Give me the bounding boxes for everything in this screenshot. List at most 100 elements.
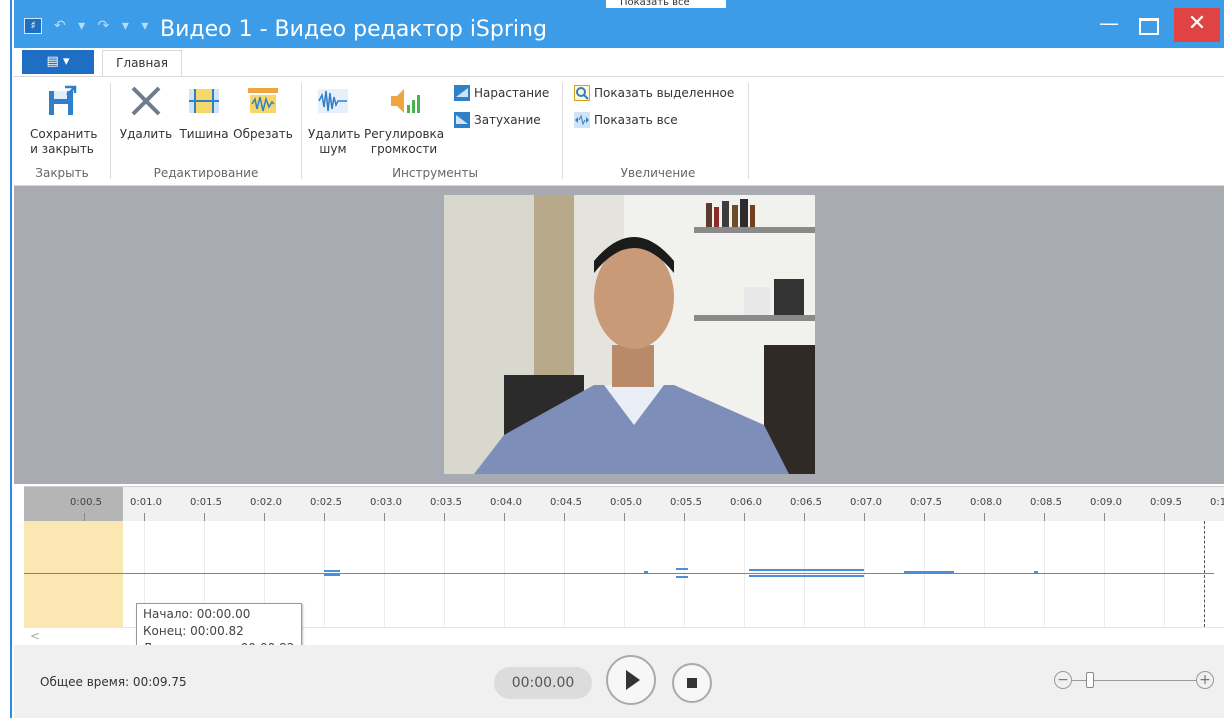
ruler-tick <box>1044 513 1045 521</box>
ruler-tick-label: 0:1 <box>1210 497 1224 508</box>
remove-noise-button[interactable]: Удалить шум <box>308 85 361 157</box>
group-label-close: Закрыть <box>35 166 89 180</box>
save-close-label-1: Сохранить <box>30 127 98 141</box>
ruler-tick-label: 0:02.0 <box>250 497 282 508</box>
ruler-tick-label: 0:05.5 <box>670 497 702 508</box>
quick-access-toolbar[interactable]: ↶ ▾ ↷ ▾ ▾ <box>54 18 152 34</box>
ribbon-separator <box>110 83 111 179</box>
ruler-tick-label: 0:09.5 <box>1150 497 1182 508</box>
timeline-ruler[interactable]: 0:00.5 0:01.0 0:01.5 0:02.0 0:02.5 0:03.0 0:03… <box>24 486 1224 522</box>
ruler-tick <box>744 513 745 521</box>
ruler-tick <box>804 513 805 521</box>
show-all-label: Показать все <box>594 113 678 127</box>
ruler-tick-label: 0:09.0 <box>1090 497 1122 508</box>
title-bar: Показать все ♯ ↶ ▾ ↷ ▾ ▾ Видео 1 - Видео… <box>14 0 1224 48</box>
ruler-tick <box>264 513 265 521</box>
file-menu-tab[interactable]: ▤ ▾ <box>22 50 94 74</box>
silence-button[interactable]: Тишина <box>176 85 232 142</box>
ruler-tick-label: 0:07.0 <box>850 497 882 508</box>
maximize-button[interactable] <box>1132 10 1166 40</box>
zoom-thumb[interactable] <box>1086 672 1094 688</box>
fade-out-icon <box>454 112 470 128</box>
fade-in-button[interactable]: Нарастание <box>454 83 549 103</box>
ruler-tick-label: 0:06.5 <box>790 497 822 508</box>
ruler-tick-label: 0:04.0 <box>490 497 522 508</box>
maximize-icon <box>1139 18 1159 35</box>
group-label-editing: Редактирование <box>153 166 259 180</box>
delete-icon <box>131 86 161 116</box>
ribbon-separator <box>748 83 749 179</box>
ruler-tick-label: 0:04.5 <box>550 497 582 508</box>
close-icon: ✕ <box>1187 11 1207 36</box>
ruler-tick-label: 0:00.5 <box>70 497 102 508</box>
stop-button[interactable] <box>672 663 712 703</box>
ruler-tick <box>1104 513 1105 521</box>
remove-noise-label-1: Удалить <box>308 127 361 141</box>
ruler-tick <box>504 513 505 521</box>
video-frame <box>444 195 815 474</box>
ruler-tick-label: 0:08.0 <box>970 497 1002 508</box>
show-selected-label: Показать выделенное <box>594 86 735 100</box>
play-button[interactable] <box>606 655 656 705</box>
window-title: Видео 1 - Видео редактор iSpring <box>160 17 547 42</box>
end-marker <box>1204 521 1205 627</box>
menu-icon: ▤ <box>46 54 59 69</box>
scroll-left-arrow-icon[interactable]: < <box>30 629 40 643</box>
ruler-tick <box>444 513 445 521</box>
noise-icon <box>318 89 348 113</box>
ruler-tick <box>1164 513 1165 521</box>
ruler-tick <box>144 513 145 521</box>
ribbon-tabs: ▤ ▾ Главная <box>14 48 1224 77</box>
tab-home[interactable]: Главная <box>102 50 182 76</box>
delete-button[interactable]: Удалить <box>118 85 174 142</box>
silence-label: Тишина <box>179 127 229 141</box>
group-label-zoom: Увеличение <box>620 166 696 180</box>
app-icon: ♯ <box>24 18 42 34</box>
background-window-peek: Показать все <box>606 0 726 8</box>
save-and-close-button[interactable]: Сохранить и закрыть <box>30 85 98 157</box>
fade-in-icon <box>454 85 470 101</box>
ruler-tick-label: 0:02.5 <box>310 497 342 508</box>
app-window: Показать все ♯ ↶ ▾ ↷ ▾ ▾ Видео 1 - Видео… <box>14 0 1224 718</box>
trim-icon <box>248 88 278 113</box>
ruler-tick <box>924 513 925 521</box>
video-preview-area <box>14 186 1224 484</box>
ruler-tick-label: 0:05.0 <box>610 497 642 508</box>
playback-bar: Общее время: 00:09.75 00:00.00 − + <box>14 645 1224 718</box>
volume-icon <box>391 89 420 113</box>
ruler-tick-label: 0:03.5 <box>430 497 462 508</box>
trim-button[interactable]: Обрезать <box>232 85 294 142</box>
fade-in-label: Нарастание <box>474 86 550 100</box>
stop-icon <box>687 678 697 688</box>
ruler-tick-label: 0:03.0 <box>370 497 402 508</box>
silence-icon <box>189 89 219 113</box>
zoom-in-icon[interactable]: + <box>1196 671 1214 689</box>
show-all-button[interactable]: Показать все <box>574 110 678 130</box>
ruler-tick <box>564 513 565 521</box>
current-time: 00:00.00 <box>494 667 592 699</box>
file-tab-label: ▾ <box>62 54 70 69</box>
show-all-icon <box>574 112 590 128</box>
ribbon: Сохранить и закрыть Закрыть Удалить Тиши… <box>14 77 1224 186</box>
fade-out-button[interactable]: Затухание <box>454 110 541 130</box>
show-selected-button[interactable]: Показать выделенное <box>574 83 734 103</box>
ruler-tick <box>984 513 985 521</box>
ruler-tick-label: 0:08.5 <box>1030 497 1062 508</box>
minimize-button[interactable]: — <box>1094 10 1124 40</box>
ruler-tick-label: 0:01.5 <box>190 497 222 508</box>
total-time: Общее время: 00:09.75 <box>40 675 187 689</box>
play-icon <box>626 670 640 690</box>
ruler-tick-label: 0:07.5 <box>910 497 942 508</box>
fade-out-label: Затухание <box>474 113 541 127</box>
ribbon-separator <box>562 83 563 179</box>
ribbon-separator <box>301 83 302 179</box>
ruler-tick-label: 0:06.0 <box>730 497 762 508</box>
zoom-selection-icon <box>574 85 590 101</box>
zoom-out-icon[interactable]: − <box>1054 671 1072 689</box>
ruler-tick-label: 0:01.0 <box>130 497 162 508</box>
zoom-slider[interactable]: − + <box>1054 671 1214 693</box>
close-button[interactable]: ✕ <box>1174 8 1220 42</box>
save-close-label-2: и закрыть <box>30 142 94 156</box>
volume-label-1: Регулировка <box>364 127 445 141</box>
volume-button[interactable]: Регулировка громкости <box>364 85 444 157</box>
